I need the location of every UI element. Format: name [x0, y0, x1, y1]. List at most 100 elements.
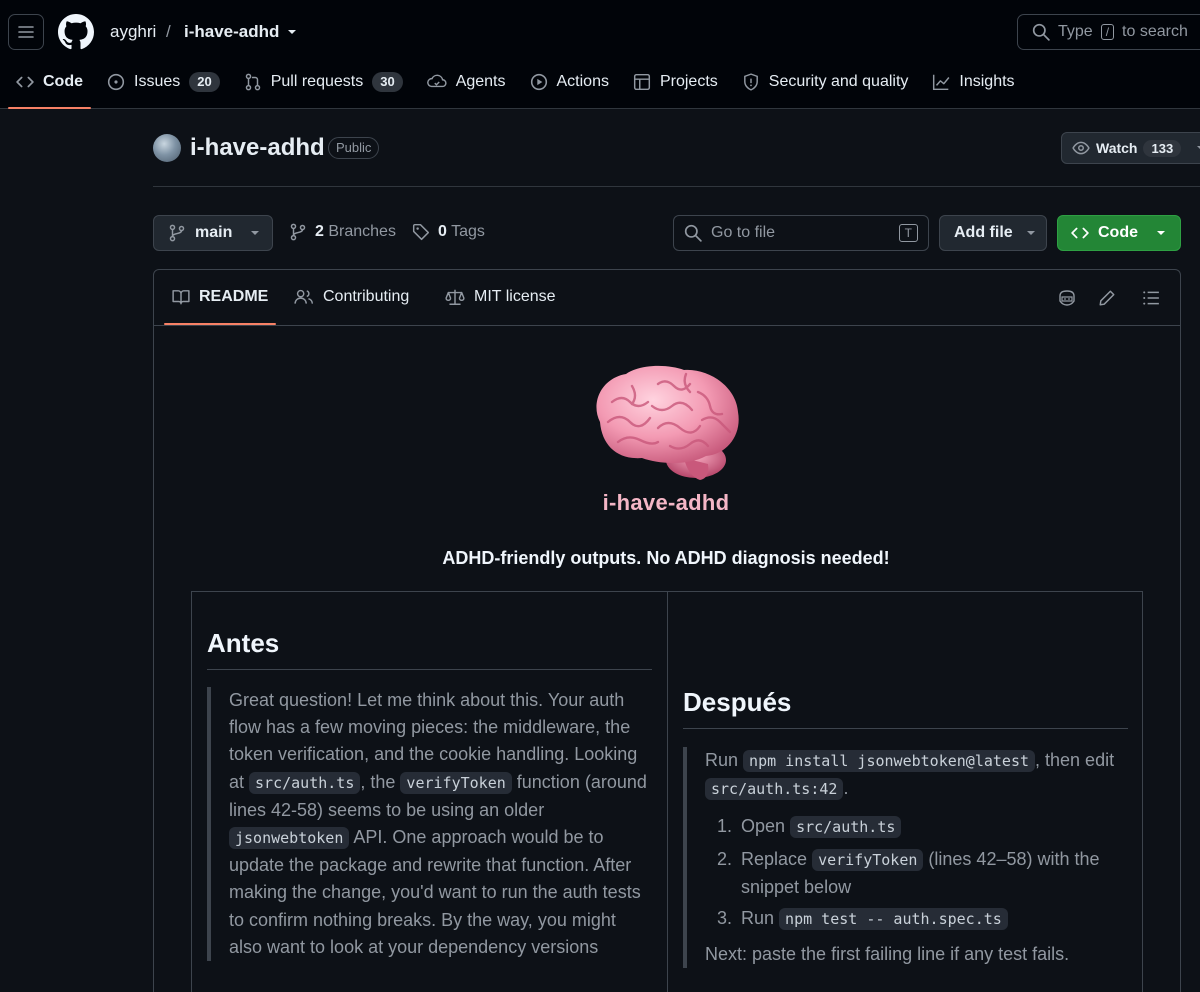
- list-unordered-icon[interactable]: [1142, 289, 1160, 307]
- branches-count: 2: [315, 223, 324, 240]
- table-column-divider: [667, 592, 668, 992]
- search-hint-prefix: Type: [1058, 23, 1093, 40]
- tab-issues-label: Issues: [134, 73, 181, 90]
- tab-actions[interactable]: Actions: [522, 62, 617, 102]
- tags-count: 0: [438, 223, 447, 240]
- search-icon: [684, 224, 702, 242]
- list-item: 3. Run npm test -- auth.spec.ts: [705, 905, 1128, 933]
- book-icon: [172, 288, 190, 306]
- add-file-label: Add file: [954, 224, 1013, 241]
- tab-readme-label: README: [199, 288, 269, 305]
- readme-tab-bar: README Contributing MIT license: [154, 270, 1180, 326]
- branch-selector[interactable]: main: [153, 215, 273, 251]
- tab-code[interactable]: Code: [8, 62, 91, 109]
- law-icon: [445, 288, 465, 306]
- tab-contributing-label: Contributing: [323, 288, 410, 305]
- tab-license[interactable]: MIT license: [445, 288, 556, 306]
- before-blockquote: Great question! Let me think about this.…: [207, 687, 652, 962]
- before-code-verify-token: verifyToken: [400, 771, 512, 794]
- watch-button[interactable]: Watch 133: [1061, 132, 1200, 164]
- shield-icon: [742, 73, 760, 91]
- step-number: 2.: [717, 848, 733, 869]
- after-run-line: Run npm install jsonwebtoken@latest, the…: [705, 747, 1128, 803]
- pull-requests-counter: 30: [372, 72, 403, 92]
- before-code-auth-file: src/auth.ts: [249, 771, 361, 794]
- readme-tagline: ADHD-friendly outputs. No ADHD diagnosis…: [442, 548, 890, 568]
- global-search-input[interactable]: Type / to search: [1017, 14, 1200, 50]
- code-button-label: Code: [1098, 224, 1138, 241]
- step-number: 1.: [717, 816, 733, 837]
- branch-caret-icon: [249, 227, 261, 239]
- tab-actions-label: Actions: [556, 73, 609, 90]
- go-to-file-placeholder: Go to file: [711, 224, 776, 241]
- people-icon: [294, 288, 314, 306]
- tab-agents[interactable]: Agents: [419, 62, 514, 102]
- step-code: src/auth.ts: [790, 816, 902, 839]
- tab-projects[interactable]: Projects: [625, 62, 726, 102]
- tab-code-label: Code: [43, 73, 83, 90]
- go-to-file-input[interactable]: Go to file T: [673, 215, 929, 251]
- step-number: 3.: [717, 908, 733, 929]
- copilot-icon[interactable]: [1057, 289, 1077, 307]
- agent-icon: [426, 73, 447, 91]
- step-code: verifyToken: [812, 848, 924, 871]
- repo-switcher-caret-icon[interactable]: [286, 26, 298, 38]
- repo-title[interactable]: i-have-adhd: [190, 133, 325, 163]
- menu-button[interactable]: [8, 14, 44, 50]
- hamburger-icon: [18, 24, 34, 40]
- tag-icon: [412, 223, 430, 241]
- github-logo-icon[interactable]: [58, 14, 94, 50]
- readme-tab-underline: [164, 323, 276, 325]
- after-install-command: npm install jsonwebtoken@latest: [743, 750, 1036, 772]
- tab-security[interactable]: Security and quality: [734, 62, 917, 102]
- brain-logo-image: [588, 362, 744, 484]
- after-heading: Después: [683, 687, 792, 717]
- breadcrumb-repo[interactable]: i-have-adhd: [184, 22, 279, 42]
- after-then-edit: , then edit: [1035, 750, 1115, 770]
- pencil-icon[interactable]: [1098, 289, 1116, 307]
- after-edit-target: src/auth.ts:42: [705, 778, 844, 801]
- tab-readme[interactable]: README: [172, 288, 268, 306]
- issues-counter: 20: [189, 72, 220, 92]
- after-run-label: Run: [705, 750, 739, 770]
- graph-icon: [932, 73, 950, 91]
- visibility-badge: Public: [328, 137, 380, 159]
- watch-label: Watch: [1096, 140, 1138, 156]
- tab-contributing[interactable]: Contributing: [294, 288, 409, 306]
- code-icon: [1071, 224, 1089, 242]
- logo-text: i-have-adhd: [602, 490, 730, 515]
- add-file-caret-icon: [1025, 227, 1037, 239]
- owner-avatar[interactable]: [153, 134, 181, 162]
- step-code: npm test -- auth.spec.ts: [779, 908, 1008, 931]
- tab-agents-label: Agents: [455, 73, 506, 90]
- branches-label: Branches: [328, 223, 396, 240]
- breadcrumb-owner[interactable]: ayghri: [110, 22, 156, 42]
- issue-opened-icon: [107, 73, 125, 91]
- after-next-line: Next: paste the first failing line if an…: [705, 944, 1070, 965]
- tab-projects-label: Projects: [659, 73, 718, 90]
- tab-security-label: Security and quality: [768, 73, 909, 90]
- tab-insights-label: Insights: [959, 73, 1015, 90]
- after-heading-rule: [683, 728, 1128, 729]
- git-branch-icon: [289, 223, 307, 241]
- tab-license-label: MIT license: [474, 288, 556, 305]
- tab-pull-requests-label: Pull requests: [270, 73, 364, 90]
- watch-caret-icon: [1195, 142, 1200, 154]
- global-header: ayghri / i-have-adhd Type / to search Co…: [0, 0, 1200, 109]
- search-hint-suffix: to search: [1122, 23, 1188, 40]
- title-divider: [153, 186, 1200, 187]
- branches-link[interactable]: 2 Branches: [289, 223, 396, 241]
- tab-insights[interactable]: Insights: [924, 62, 1022, 102]
- repo-nav-tabs: Code Issues 20 Pull requests 30 Agents A…: [0, 62, 1023, 109]
- tags-link[interactable]: 0 Tags: [412, 223, 485, 241]
- step-text: Replace: [741, 848, 808, 869]
- before-heading: Antes: [207, 628, 280, 658]
- play-icon: [530, 73, 548, 91]
- tab-issues[interactable]: Issues 20: [99, 62, 228, 102]
- code-dropdown-button[interactable]: Code: [1057, 215, 1181, 251]
- step-text: Open: [741, 816, 786, 837]
- tab-pull-requests[interactable]: Pull requests 30: [236, 62, 411, 102]
- add-file-button[interactable]: Add file: [939, 215, 1047, 251]
- before-code-jsonwebtoken: jsonwebtoken: [229, 827, 350, 850]
- code-icon: [16, 73, 34, 91]
